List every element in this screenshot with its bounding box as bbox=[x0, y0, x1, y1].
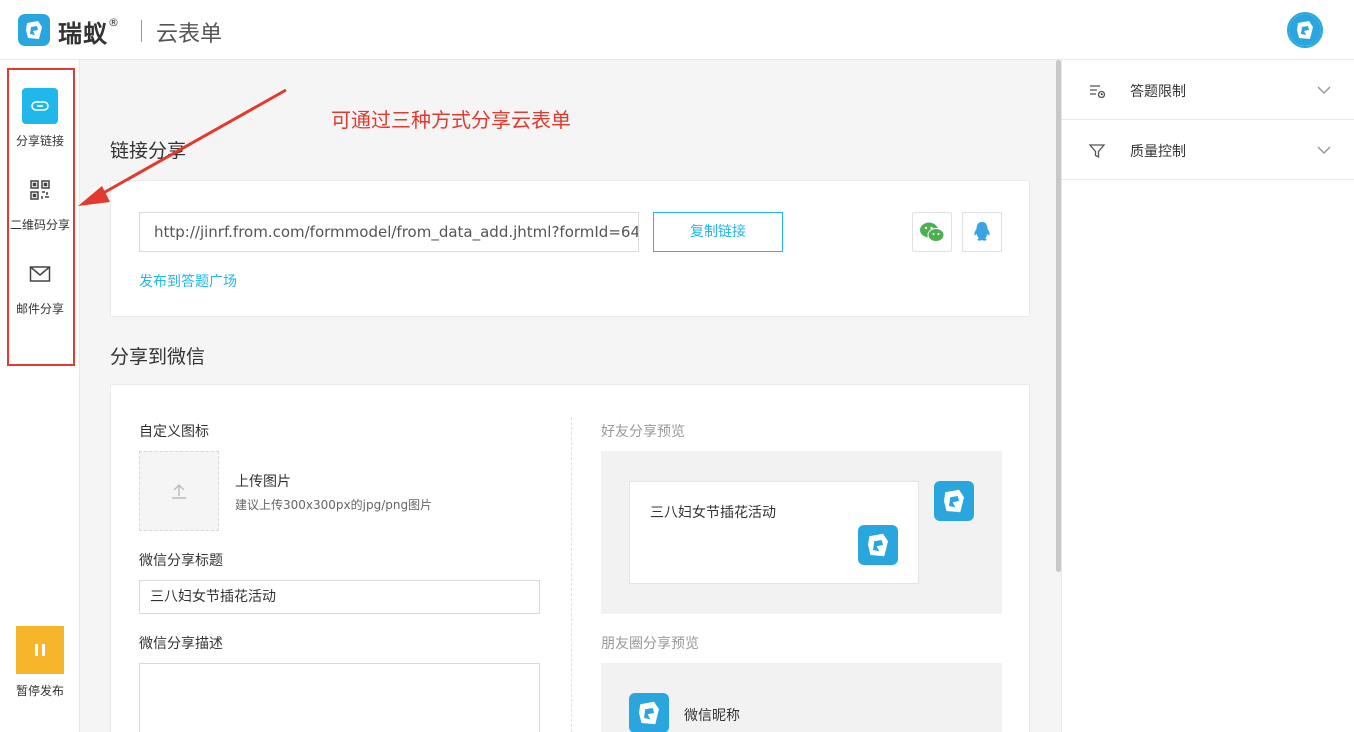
share-url-input[interactable]: http://jinrf.from.com/formmodel/from_dat… bbox=[139, 212, 639, 252]
quality-control-label: 质量控制 bbox=[1130, 144, 1186, 160]
product-name: 云表单 bbox=[156, 22, 223, 47]
quality-control-item[interactable]: 质量控制 bbox=[1062, 120, 1354, 180]
wechat-share-card: 自定义图标 上传图片 建议上传300x300px的jpg/png图片 微信分享标… bbox=[110, 384, 1030, 732]
annotation-text: 可通过三种方式分享云表单 bbox=[331, 108, 571, 132]
filter-icon bbox=[1088, 144, 1106, 159]
chevron-down-icon bbox=[1317, 146, 1331, 155]
upload-image-button[interactable] bbox=[139, 451, 219, 531]
upload-icon bbox=[172, 484, 186, 499]
moments-preview-label: 朋友圈分享预览 bbox=[601, 636, 699, 652]
link-share-card: http://jinrf.from.com/formmodel/from_dat… bbox=[110, 180, 1030, 317]
share-desc-label: 微信分享描述 bbox=[139, 636, 223, 652]
brand-name: 瑞蚁® bbox=[58, 16, 120, 48]
pause-publish-button[interactable] bbox=[16, 626, 64, 674]
wechat-share-button[interactable] bbox=[912, 212, 952, 252]
custom-icon-label: 自定义图标 bbox=[139, 424, 209, 440]
copy-link-button[interactable]: 复制链接 bbox=[653, 212, 783, 252]
answer-limit-item[interactable]: 答题限制 bbox=[1062, 60, 1354, 120]
share-title-input[interactable]: 三八妇女节插花活动 bbox=[139, 580, 540, 614]
user-avatar[interactable] bbox=[1287, 12, 1323, 48]
qq-share-button[interactable] bbox=[962, 212, 1002, 252]
brand-logo-icon bbox=[18, 14, 50, 46]
annotation-highlight-box bbox=[7, 68, 75, 366]
pause-icon bbox=[35, 644, 45, 656]
main-content: 链接分享 http://jinrf.from.com/formmodel/fro… bbox=[80, 60, 1060, 732]
wechat-share-title: 分享到微信 bbox=[110, 346, 206, 368]
friend-preview-text: 三八妇女节插花活动 bbox=[650, 505, 776, 521]
upload-image-hint: 建议上传300x300px的jpg/png图片 bbox=[235, 498, 433, 512]
moments-preview-area: 微信昵称 bbox=[601, 663, 1002, 732]
settings-panel: 答题限制 质量控制 bbox=[1061, 60, 1354, 732]
app-header: 瑞蚁® 云表单 bbox=[0, 0, 1354, 60]
upload-image-title: 上传图片 bbox=[235, 474, 291, 490]
share-thumbnail-icon bbox=[858, 525, 898, 565]
share-desc-textarea[interactable] bbox=[139, 663, 540, 732]
sender-avatar-icon bbox=[934, 481, 974, 521]
friend-preview-area: 三八妇女节插花活动 bbox=[601, 451, 1002, 614]
wechat-icon bbox=[920, 222, 945, 242]
brand-registered-mark: ® bbox=[108, 16, 120, 29]
moments-avatar-icon bbox=[629, 693, 669, 732]
friend-preview-label: 好友分享预览 bbox=[601, 424, 685, 440]
list-settings-icon bbox=[1090, 85, 1106, 99]
chevron-down-icon bbox=[1317, 86, 1331, 95]
column-divider bbox=[571, 417, 572, 732]
moments-nickname: 微信昵称 bbox=[684, 708, 740, 724]
qq-icon bbox=[974, 222, 990, 241]
pause-publish-label: 暂停发布 bbox=[15, 684, 64, 698]
friend-preview-bubble: 三八妇女节插花活动 bbox=[629, 481, 919, 584]
answer-limit-label: 答题限制 bbox=[1130, 84, 1186, 100]
link-share-title: 链接分享 bbox=[110, 140, 187, 162]
publish-to-square-link[interactable]: 发布到答题广场 bbox=[139, 271, 237, 291]
share-title-label: 微信分享标题 bbox=[139, 553, 223, 569]
brand-divider bbox=[141, 20, 142, 42]
